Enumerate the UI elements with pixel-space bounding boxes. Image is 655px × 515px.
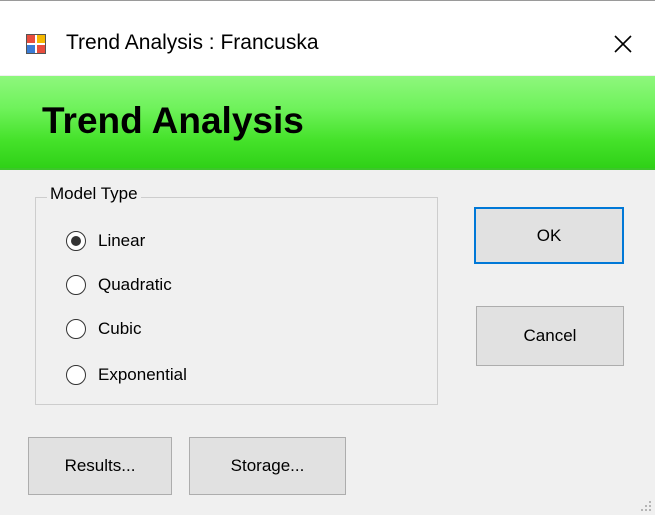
radio-button-icon bbox=[66, 231, 86, 251]
app-window-icon bbox=[26, 34, 46, 54]
radio-linear[interactable]: Linear bbox=[66, 231, 145, 251]
trend-analysis-dialog: Trend Analysis : Francuska Trend Analysi… bbox=[0, 0, 655, 515]
radio-exponential[interactable]: Exponential bbox=[66, 365, 187, 385]
cancel-button[interactable]: Cancel bbox=[476, 306, 624, 366]
title-bar[interactable]: Trend Analysis : Francuska bbox=[0, 1, 655, 75]
radio-label: Cubic bbox=[98, 319, 142, 338]
radio-label: Linear bbox=[98, 231, 146, 250]
banner-title: Trend Analysis bbox=[42, 100, 304, 141]
window-title: Trend Analysis : Francuska bbox=[66, 31, 319, 54]
radio-label: Exponential bbox=[98, 365, 187, 384]
close-icon bbox=[614, 35, 632, 53]
radio-cubic[interactable]: Cubic bbox=[66, 319, 141, 339]
ok-button[interactable]: OK bbox=[474, 207, 624, 264]
radio-button-icon bbox=[66, 275, 86, 295]
close-button[interactable] bbox=[600, 21, 646, 67]
header-banner: Trend Analysis bbox=[0, 76, 655, 170]
radio-button-icon bbox=[66, 365, 86, 385]
radio-label: Quadratic bbox=[98, 275, 172, 294]
radio-button-icon bbox=[66, 319, 86, 339]
radio-selected-dot bbox=[71, 236, 81, 246]
radio-quadratic[interactable]: Quadratic bbox=[66, 275, 172, 295]
model-type-legend: Model Type bbox=[47, 184, 141, 204]
resize-grip-icon[interactable] bbox=[640, 500, 652, 512]
results-button[interactable]: Results... bbox=[28, 437, 172, 495]
storage-button[interactable]: Storage... bbox=[189, 437, 346, 495]
